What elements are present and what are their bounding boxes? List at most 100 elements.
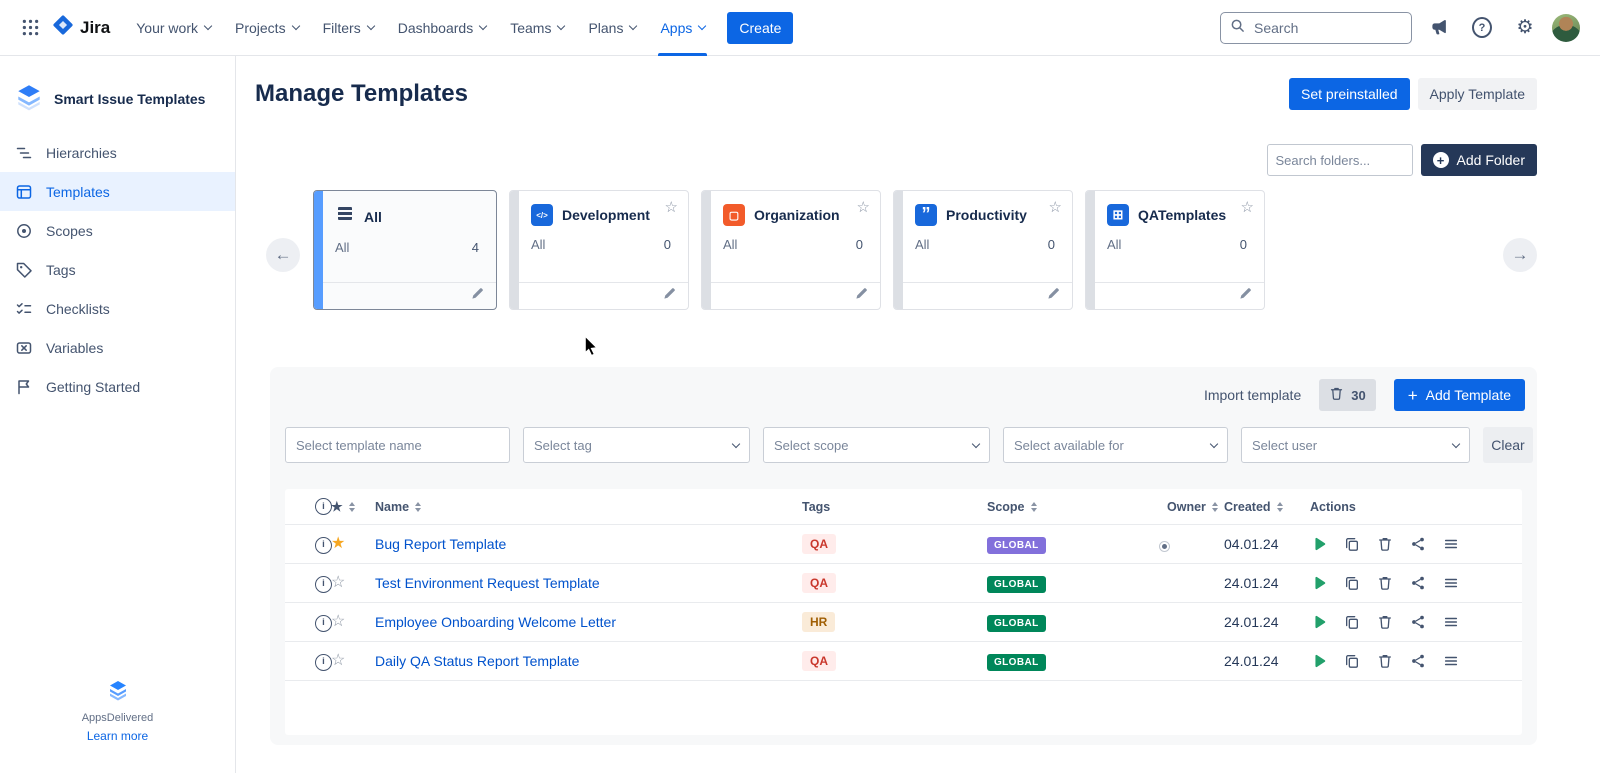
delete-icon[interactable] <box>1376 613 1394 631</box>
available-for-filter-select[interactable]: Select available for <box>1003 427 1228 463</box>
scope-filter-select[interactable]: Select scope <box>763 427 990 463</box>
nav-item-plans[interactable]: Plans <box>576 0 648 56</box>
jira-logo[interactable]: Jira <box>52 14 110 41</box>
delete-icon[interactable] <box>1376 574 1394 592</box>
sidebar-item-tags[interactable]: Tags <box>0 250 235 289</box>
apply-template-button[interactable]: Apply Template <box>1418 78 1537 110</box>
search-folders-input[interactable] <box>1267 144 1413 176</box>
table-row[interactable]: i ★ Bug Report Template QA GLOBAL 04.01.… <box>285 525 1522 564</box>
delete-icon[interactable] <box>1376 535 1394 553</box>
info-icon[interactable]: i <box>315 615 332 632</box>
favorite-star-icon[interactable]: ★ <box>331 535 345 552</box>
share-icon[interactable] <box>1409 574 1427 592</box>
column-header-created[interactable]: Created <box>1224 500 1310 514</box>
edit-folder-pencil-icon[interactable] <box>663 287 676 305</box>
favorite-star-icon[interactable]: ☆ <box>331 574 345 591</box>
table-row[interactable]: i ☆ Employee Onboarding Welcome Letter H… <box>285 603 1522 642</box>
edit-folder-pencil-icon[interactable] <box>471 287 484 305</box>
table-row[interactable]: i ☆ Test Environment Request Template QA… <box>285 564 1522 603</box>
clear-filters-button[interactable]: Clear <box>1483 427 1533 463</box>
menu-icon[interactable] <box>1442 574 1460 592</box>
folder-card-qatemplates[interactable]: ☆ ⊞ QATemplates All 0 <box>1085 190 1265 310</box>
nav-item-teams[interactable]: Teams <box>498 0 576 56</box>
sidebar-item-templates[interactable]: Templates <box>0 172 235 211</box>
created-date: 24.01.24 <box>1224 614 1310 630</box>
global-search[interactable] <box>1220 12 1412 44</box>
global-search-input[interactable] <box>1252 19 1402 37</box>
plus-icon: + <box>1433 152 1449 168</box>
nav-item-filters[interactable]: Filters <box>311 0 386 56</box>
app-switcher-grid-icon[interactable] <box>14 12 46 44</box>
template-name-link[interactable]: Test Environment Request Template <box>375 575 802 591</box>
edit-folder-pencil-icon[interactable] <box>1239 287 1252 305</box>
edit-folder-pencil-icon[interactable] <box>1047 287 1060 305</box>
sidebar-item-getting-started[interactable]: Getting Started <box>0 367 235 406</box>
scope-badge: GLOBAL <box>987 654 1046 671</box>
template-name-link[interactable]: Bug Report Template <box>375 536 802 552</box>
copy-icon[interactable] <box>1343 535 1361 553</box>
user-avatar[interactable] <box>1552 14 1580 42</box>
info-icon[interactable]: i <box>315 654 332 671</box>
info-icon[interactable]: i <box>315 576 332 593</box>
column-header-scope[interactable]: Scope <box>987 500 1167 514</box>
help-icon[interactable]: ? <box>1466 12 1498 44</box>
nav-item-projects[interactable]: Projects <box>223 0 311 56</box>
favorite-folder-star-icon[interactable]: ☆ <box>857 200 870 215</box>
primary-nav: Your work Projects Filters Dashboards Te… <box>124 0 717 56</box>
table-row[interactable]: i ☆ Daily QA Status Report Template QA G… <box>285 642 1522 681</box>
favorite-star-icon[interactable]: ☆ <box>331 652 345 669</box>
apply-play-icon[interactable] <box>1310 652 1328 670</box>
copy-icon[interactable] <box>1343 613 1361 631</box>
create-button[interactable]: Create <box>727 12 793 44</box>
edit-folder-pencil-icon[interactable] <box>855 287 868 305</box>
delete-icon[interactable] <box>1376 652 1394 670</box>
apply-play-icon[interactable] <box>1310 574 1328 592</box>
folder-card-all[interactable]: All All 4 <box>313 190 497 310</box>
menu-icon[interactable] <box>1442 535 1460 553</box>
sidebar-item-variables[interactable]: Variables <box>0 328 235 367</box>
menu-icon[interactable] <box>1442 652 1460 670</box>
folder-card-development[interactable]: ☆ </> Development All 0 <box>509 190 689 310</box>
folder-subtitle: All <box>335 240 349 255</box>
tag-filter-select[interactable]: Select tag <box>523 427 750 463</box>
apply-play-icon[interactable] <box>1310 613 1328 631</box>
add-folder-button[interactable]: + Add Folder <box>1421 144 1537 176</box>
sidebar-item-hierarchies[interactable]: Hierarchies <box>0 133 235 172</box>
announcement-megaphone-icon[interactable] <box>1423 12 1455 44</box>
carousel-next-button[interactable]: → <box>1503 238 1537 272</box>
trash-bin-button[interactable]: 30 <box>1319 379 1375 411</box>
user-filter-select[interactable]: Select user <box>1241 427 1470 463</box>
star-column-header[interactable]: ★ <box>331 499 375 515</box>
apply-play-icon[interactable] <box>1310 535 1328 553</box>
template-name-link[interactable]: Daily QA Status Report Template <box>375 653 802 669</box>
sidebar-item-scopes[interactable]: Scopes <box>0 211 235 250</box>
menu-icon[interactable] <box>1442 613 1460 631</box>
learn-more-link[interactable]: Learn more <box>87 729 148 743</box>
copy-icon[interactable] <box>1343 652 1361 670</box>
set-preinstalled-button[interactable]: Set preinstalled <box>1289 78 1410 110</box>
copy-icon[interactable] <box>1343 574 1361 592</box>
add-template-button[interactable]: + Add Template <box>1394 379 1525 411</box>
sidebar-item-checklists[interactable]: Checklists <box>0 289 235 328</box>
favorite-folder-star-icon[interactable]: ☆ <box>665 200 678 215</box>
share-icon[interactable] <box>1409 613 1427 631</box>
folder-card-organization[interactable]: ☆ ▢ Organization All 0 <box>701 190 881 310</box>
info-icon[interactable]: i <box>315 537 332 554</box>
template-name-filter-input[interactable] <box>285 427 510 463</box>
share-icon[interactable] <box>1409 535 1427 553</box>
column-header-name[interactable]: Name <box>375 500 802 514</box>
favorite-folder-star-icon[interactable]: ☆ <box>1049 200 1062 215</box>
import-template-button[interactable]: Import template <box>1204 387 1301 403</box>
folder-card-productivity[interactable]: ☆ ” Productivity All 0 <box>893 190 1073 310</box>
nav-item-apps[interactable]: Apps <box>648 0 717 56</box>
qatemplates-folder-icon: ⊞ <box>1107 204 1129 226</box>
favorite-folder-star-icon[interactable]: ☆ <box>1241 200 1254 215</box>
carousel-prev-button[interactable]: ← <box>266 238 300 272</box>
nav-item-dashboards[interactable]: Dashboards <box>386 0 499 56</box>
nav-item-your-work[interactable]: Your work <box>124 0 223 56</box>
template-name-link[interactable]: Employee Onboarding Welcome Letter <box>375 614 802 630</box>
settings-gear-icon[interactable]: ⚙ <box>1509 12 1541 44</box>
share-icon[interactable] <box>1409 652 1427 670</box>
column-header-owner[interactable]: Owner <box>1167 500 1224 514</box>
favorite-star-icon[interactable]: ☆ <box>331 613 345 630</box>
